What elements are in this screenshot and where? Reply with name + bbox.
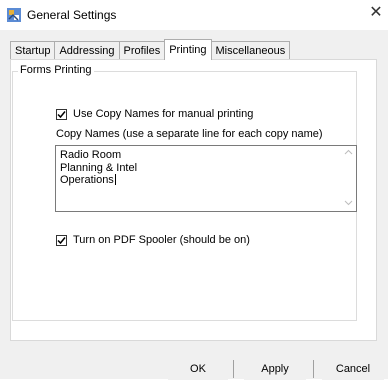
use-copy-names-label: Use Copy Names for manual printing [73, 108, 254, 120]
tab-addressing[interactable]: Addressing [54, 41, 120, 60]
use-copy-names-checkbox[interactable] [56, 108, 67, 120]
button-separator [313, 360, 314, 378]
use-copy-names-row[interactable]: Use Copy Names for manual printing [56, 108, 253, 120]
copy-name-line: Planning & Intel [60, 161, 138, 174]
copy-names-label: Copy Names (use a separate line for each… [56, 128, 323, 140]
cancel-button[interactable]: Cancel [322, 358, 384, 380]
copy-names-textarea[interactable]: Radio Room Planning & Intel Operations [55, 145, 357, 212]
tab-miscellaneous[interactable]: Miscellaneous [210, 41, 291, 60]
copy-names-lines: Radio Room Planning & Intel Operations [60, 149, 137, 187]
tab-strip: Startup Addressing Profiles Printing Mis… [10, 39, 291, 60]
copy-name-line: Radio Room [60, 149, 122, 161]
forms-printing-group-label: Forms Printing [18, 64, 94, 76]
pdf-spooler-checkbox[interactable] [56, 234, 67, 246]
title-bar: General Settings ✕ [0, 0, 388, 30]
pdf-spooler-label: Turn on PDF Spooler (should be on) [73, 234, 250, 246]
tab-profiles[interactable]: Profiles [118, 41, 166, 60]
tab-printing[interactable]: Printing [164, 39, 212, 60]
scroll-down-icon[interactable] [341, 197, 356, 211]
checkmark-icon [57, 236, 66, 244]
checkmark-icon [57, 110, 66, 118]
dialog-client-area: Startup Addressing Profiles Printing Mis… [0, 30, 388, 380]
app-icon [6, 7, 22, 23]
tab-startup[interactable]: Startup [10, 41, 56, 60]
textarea-scrollbar[interactable] [341, 146, 356, 211]
copy-name-line: Operations [60, 174, 116, 186]
pdf-spooler-row[interactable]: Turn on PDF Spooler (should be on) [56, 234, 250, 246]
ok-button[interactable]: OK [168, 358, 228, 380]
window-title: General Settings [27, 8, 117, 22]
button-separator [233, 360, 234, 378]
dialog-buttons: OK Apply Cancel [0, 350, 388, 380]
apply-button[interactable]: Apply [244, 358, 306, 380]
close-icon[interactable]: ✕ [368, 5, 384, 21]
text-caret [114, 174, 116, 185]
scroll-up-icon[interactable] [341, 146, 356, 160]
